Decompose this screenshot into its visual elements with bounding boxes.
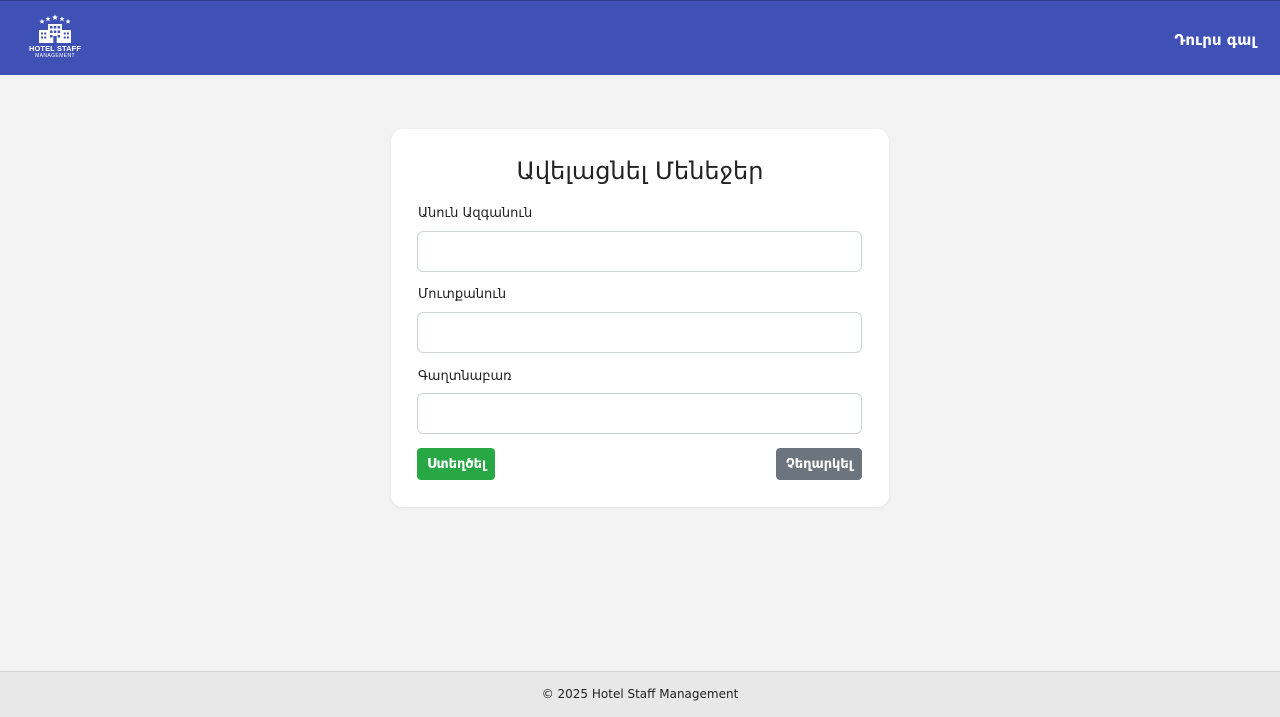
create-button[interactable]: Ստեղծել (417, 448, 495, 480)
cancel-button[interactable]: Չեղարկել (776, 448, 862, 480)
logout-link[interactable]: Դուրս գալ (1174, 31, 1256, 49)
logo-text-secondary: MANAGEMENT (35, 53, 75, 59)
username-input[interactable] (417, 312, 862, 353)
password-label: Գաղտնաբառ (418, 369, 512, 384)
add-manager-card: Ավելացնել Մենեջեր Անուն Ազգանուն Մուտքան… (391, 129, 889, 507)
hotel-building-icon (39, 14, 71, 43)
hotel-logo[interactable]: HOTEL STAFF MANAGEMENT (28, 14, 82, 64)
password-input[interactable] (417, 393, 862, 434)
logo-text-primary: HOTEL STAFF (28, 44, 82, 53)
full-name-input[interactable] (417, 231, 862, 272)
full-name-label: Անուն Ազգանուն (418, 206, 533, 221)
page-footer: © 2025 Hotel Staff Management (0, 671, 1280, 717)
page-title: Ավելացնել Մենեջեր (516, 157, 764, 185)
top-navbar: HOTEL STAFF MANAGEMENT Դուրս գալ (0, 0, 1280, 75)
copyright-text: © 2025 Hotel Staff Management (541, 687, 739, 701)
username-label: Մուտքանուն (418, 287, 507, 302)
